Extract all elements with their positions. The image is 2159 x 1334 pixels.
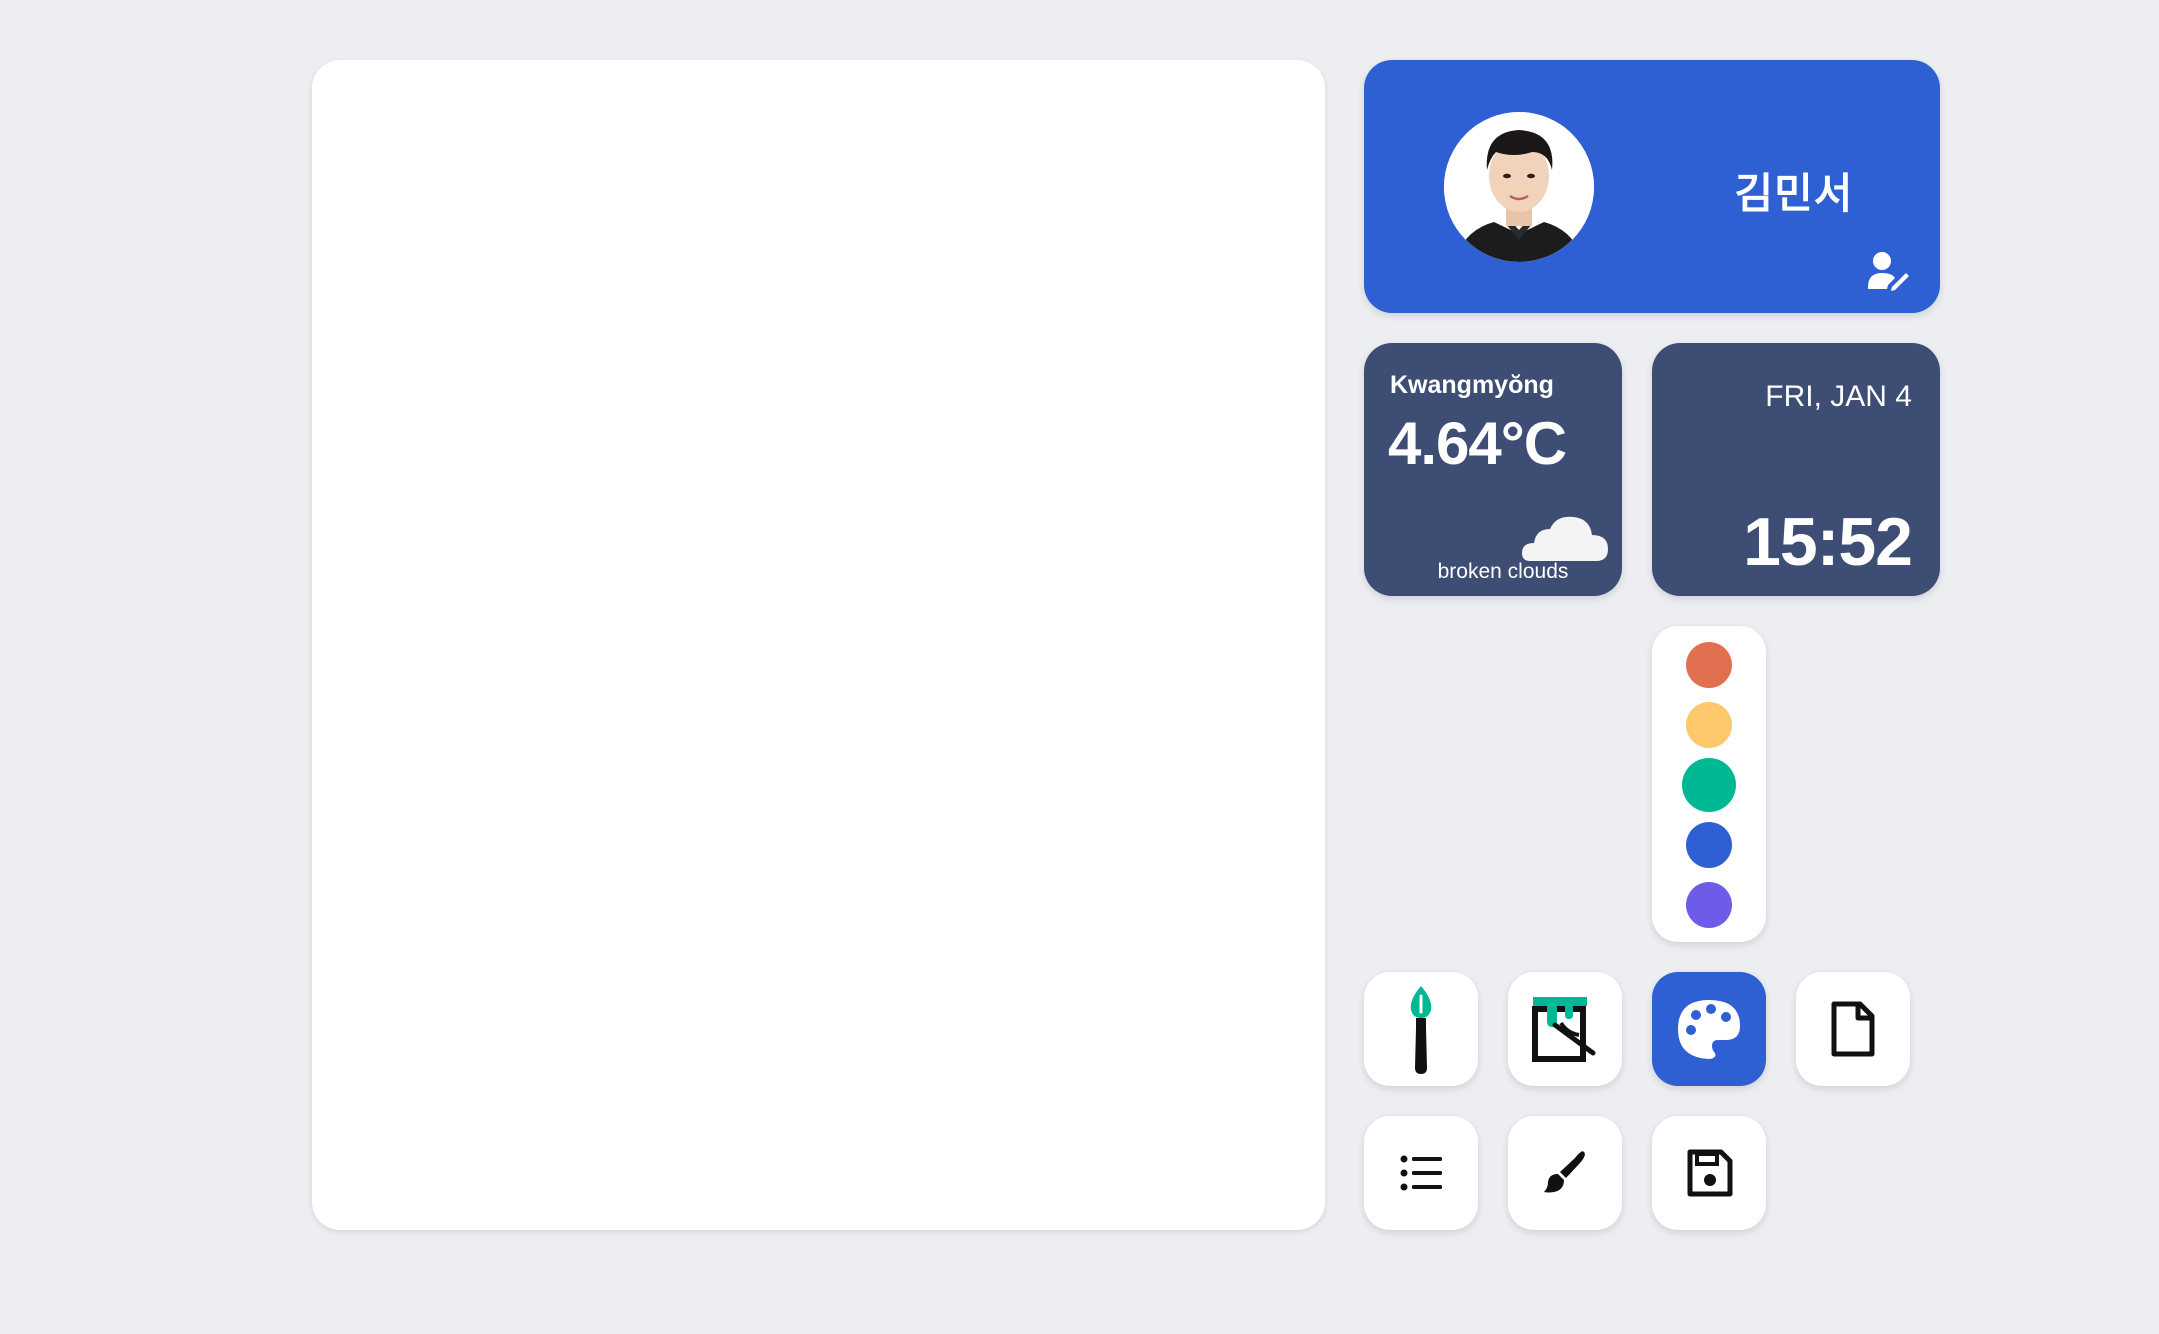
weather-card: Kwangmyŏng 4.64°C broken clouds bbox=[1364, 343, 1622, 596]
brush-icon bbox=[1544, 1151, 1585, 1193]
weather-description: broken clouds bbox=[1437, 560, 1569, 583]
color-palette bbox=[1652, 626, 1766, 942]
paintbrush-icon bbox=[1410, 986, 1432, 1074]
list-icon bbox=[1400, 1155, 1442, 1191]
save-tool-button[interactable] bbox=[1652, 1116, 1766, 1230]
file-icon bbox=[1831, 1001, 1875, 1057]
user-edit-icon bbox=[1868, 252, 1909, 291]
drawing-canvas[interactable] bbox=[312, 60, 1325, 1230]
weather-temperature: 4.64°C bbox=[1388, 410, 1567, 477]
user-avatar-icon bbox=[1444, 112, 1594, 262]
avatar bbox=[1444, 112, 1594, 262]
color-swatch-red[interactable] bbox=[1686, 642, 1732, 688]
clock-card: FRI, JAN 4 15:52 bbox=[1652, 343, 1940, 596]
weather-city: Kwangmyŏng bbox=[1390, 371, 1554, 399]
brush-tool-button[interactable] bbox=[1364, 972, 1478, 1086]
edit-profile-button[interactable] bbox=[1868, 251, 1912, 291]
color-swatch-yellow[interactable] bbox=[1686, 702, 1732, 748]
color-swatch-blue[interactable] bbox=[1686, 822, 1732, 868]
clock-time: 15:52 bbox=[1743, 504, 1913, 580]
floppy-disk-icon bbox=[1687, 1149, 1733, 1197]
new-file-tool-button[interactable] bbox=[1796, 972, 1910, 1086]
cloud-icon bbox=[1522, 516, 1608, 561]
list-tool-button[interactable] bbox=[1364, 1116, 1478, 1230]
profile-card: 김민서 bbox=[1364, 60, 1940, 313]
color-swatch-purple[interactable] bbox=[1686, 882, 1732, 928]
profile-name: 김민서 bbox=[1734, 169, 1854, 218]
palette-icon bbox=[1678, 1000, 1740, 1059]
clock-date: FRI, JAN 4 bbox=[1765, 380, 1912, 413]
fill-tool-button[interactable] bbox=[1508, 972, 1622, 1086]
palette-tool-button[interactable] bbox=[1652, 972, 1766, 1086]
paint-tool-button[interactable] bbox=[1508, 1116, 1622, 1230]
color-swatch-green[interactable] bbox=[1682, 758, 1736, 812]
paint-bucket-icon bbox=[1532, 997, 1596, 1062]
